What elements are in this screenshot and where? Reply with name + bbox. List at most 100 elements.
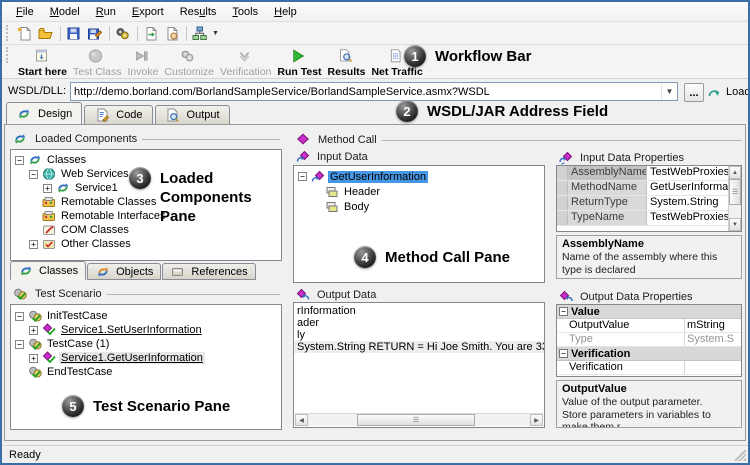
input-data-icon xyxy=(295,150,310,164)
wsdl-address-combobox[interactable]: ▼ xyxy=(70,82,678,101)
tree-item-label: Remotable Interfaces xyxy=(59,210,168,222)
property-value[interactable]: TestWebProxies.Service xyxy=(647,211,728,225)
menu-model[interactable]: Model xyxy=(42,4,88,20)
testcase-icon xyxy=(27,337,42,351)
workflow-net-traffic-button[interactable]: Net Traffic xyxy=(368,47,425,78)
workflow-customize-button[interactable]: Customize xyxy=(161,47,217,78)
tree-item[interactable]: −InitTestCase xyxy=(11,309,281,323)
load-button[interactable]: Load xyxy=(706,83,750,100)
tree-item[interactable]: −GetUserInformation xyxy=(294,169,544,184)
new-document-button[interactable] xyxy=(15,23,36,43)
tree-item[interactable]: EndTestCase xyxy=(11,365,281,379)
scroll-right-icon[interactable]: ▶ xyxy=(530,414,543,426)
data-block-icon xyxy=(324,200,339,214)
loaded-components-icon xyxy=(12,132,27,146)
tree-item[interactable]: −Classes xyxy=(11,153,281,167)
customize-gears-button[interactable] xyxy=(113,23,134,43)
workflow-verification-button[interactable]: Verification xyxy=(217,47,274,78)
property-row[interactable]: AssemblyNameTestWebProxies.Service xyxy=(557,166,728,181)
expand-icon[interactable]: + xyxy=(29,240,38,249)
scroll-up-icon[interactable]: ▲ xyxy=(729,166,741,179)
toolbar-grip[interactable] xyxy=(6,25,11,41)
workflow-results-button[interactable]: Results xyxy=(325,47,369,78)
save-as-button[interactable] xyxy=(85,23,106,43)
property-value[interactable]: TestWebProxies.Service xyxy=(647,166,728,180)
workflow-invoke-button[interactable]: Invoke xyxy=(124,47,161,78)
collapse-icon[interactable]: − xyxy=(15,312,24,321)
main-tab-bar: DesignCodeOutput xyxy=(6,103,232,124)
snapshot-button[interactable] xyxy=(162,23,183,43)
tab-output[interactable]: Output xyxy=(155,105,230,124)
scrollbar-thumb[interactable]: ☰ xyxy=(729,179,741,205)
property-row[interactable]: MethodNameGetUserInformation xyxy=(557,181,728,196)
collapse-icon[interactable]: − xyxy=(559,307,568,316)
output-data-properties-title: Output Data Properties xyxy=(580,291,693,303)
property-value[interactable]: System.String xyxy=(647,196,728,210)
input-data-properties-title: Input Data Properties xyxy=(580,152,684,164)
components-tab-classes[interactable]: Classes xyxy=(10,261,86,280)
menu-file[interactable]: File xyxy=(8,4,42,20)
property-row[interactable]: Verification xyxy=(557,361,741,375)
input-data-properties-icon xyxy=(558,151,573,165)
tree-item[interactable]: +Service1.GetUserInformation xyxy=(11,351,281,365)
open-project-button[interactable] xyxy=(36,23,57,43)
save-button[interactable] xyxy=(64,23,85,43)
browse-button[interactable]: ... xyxy=(684,83,704,102)
menu-tools[interactable]: Tools xyxy=(224,4,266,20)
collapse-icon[interactable]: − xyxy=(15,156,24,165)
menu-help[interactable]: Help xyxy=(266,4,305,20)
tree-item[interactable]: +Other Classes xyxy=(11,237,281,251)
components-tab-objects[interactable]: Objects xyxy=(87,263,161,280)
tree-item[interactable]: +Service1 xyxy=(11,181,281,195)
property-row[interactable]: ReturnTypeSystem.String xyxy=(557,196,728,211)
tree-item[interactable]: −Web Services xyxy=(11,167,281,181)
tree-item[interactable]: Body xyxy=(294,199,544,214)
export-results-button[interactable] xyxy=(141,23,162,43)
property-value[interactable]: mString xyxy=(684,319,741,332)
menu-export[interactable]: Export xyxy=(124,4,172,20)
combo-dropdown-icon[interactable]: ▼ xyxy=(661,83,677,100)
scroll-down-icon[interactable]: ▼ xyxy=(729,218,741,231)
horizontal-scrollbar[interactable]: ◀ ☰ ▶ xyxy=(295,413,543,426)
property-row[interactable]: TypeNameTestWebProxies.Service xyxy=(557,211,728,226)
scrollbar-thumb[interactable]: ☰ xyxy=(357,414,475,426)
property-name: OutputValue xyxy=(557,319,684,332)
expand-icon[interactable]: + xyxy=(29,354,38,363)
collapse-icon[interactable]: − xyxy=(15,340,24,349)
property-row[interactable]: OutputValuemString xyxy=(557,319,741,333)
property-value[interactable] xyxy=(684,361,741,374)
tree-item[interactable]: Header xyxy=(294,184,544,199)
collapse-icon[interactable]: − xyxy=(298,172,307,181)
property-row[interactable]: TypeSystem.S xyxy=(557,333,741,347)
workflow-run-test-button[interactable]: Run Test xyxy=(274,47,324,78)
menu-run[interactable]: Run xyxy=(88,4,124,20)
tree-item[interactable]: COM Classes xyxy=(11,223,281,237)
tab-design[interactable]: Design xyxy=(6,102,82,124)
tree-item[interactable]: Remotable Classes xyxy=(11,195,281,209)
property-value[interactable]: GetUserInformation xyxy=(647,181,728,195)
workflow-test-class-button[interactable]: Test Class xyxy=(70,47,124,78)
collapse-icon[interactable]: − xyxy=(559,349,568,358)
tree-item[interactable]: +Service1.SetUserInformation xyxy=(11,323,281,337)
tree-item[interactable]: Remotable Interfaces xyxy=(11,209,281,223)
property-category[interactable]: −Value xyxy=(557,305,741,319)
tree-item[interactable]: −TestCase (1) xyxy=(11,337,281,351)
expand-icon[interactable]: + xyxy=(43,184,52,193)
wsdl-address-input[interactable] xyxy=(71,86,661,98)
components-tab-references[interactable]: References xyxy=(162,263,255,280)
results-icon xyxy=(338,49,353,63)
expand-icon[interactable]: + xyxy=(29,326,38,335)
customize-icon xyxy=(180,49,195,63)
scroll-left-icon[interactable]: ◀ xyxy=(295,414,308,426)
resize-grip-icon[interactable] xyxy=(735,450,746,461)
dropdown-caret-icon[interactable]: ▼ xyxy=(212,30,219,37)
vertical-scrollbar[interactable]: ▲ ☰ ▼ xyxy=(728,166,741,231)
property-value[interactable]: System.S xyxy=(684,333,741,346)
tab-code[interactable]: Code xyxy=(84,105,152,124)
model-view-button[interactable] xyxy=(190,23,211,43)
workflow-start-here-button[interactable]: Start here xyxy=(15,47,70,78)
menu-results[interactable]: Results xyxy=(172,4,225,20)
collapse-icon[interactable]: − xyxy=(29,170,38,179)
toolbar-grip[interactable] xyxy=(6,47,11,63)
property-category[interactable]: −Verification xyxy=(557,347,741,361)
